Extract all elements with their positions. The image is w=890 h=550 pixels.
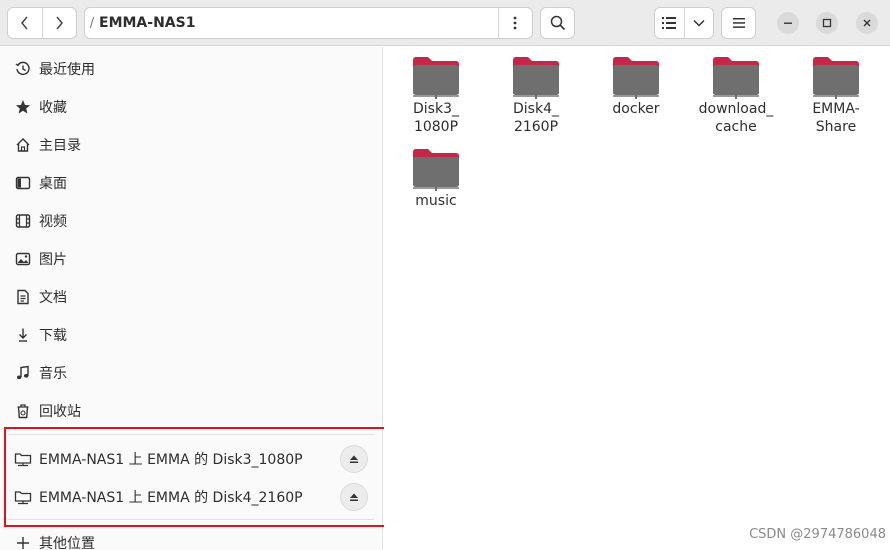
- sidebar-item-label: EMMA-NAS1 上 EMMA 的 Disk4_2160P: [39, 490, 303, 506]
- header-bar: / EMMA-NAS1: [0, 0, 890, 46]
- download-icon: [14, 326, 32, 344]
- search-button[interactable]: [540, 7, 575, 39]
- vertical-dots-icon: [513, 16, 517, 30]
- sidebar-item-documents[interactable]: 文档: [0, 279, 382, 315]
- maximize-icon: [822, 18, 832, 28]
- chevron-left-icon: [20, 16, 28, 30]
- search-icon: [550, 15, 565, 31]
- eject-button[interactable]: [340, 445, 368, 473]
- sidebar-separator: [8, 519, 374, 520]
- minimize-icon: [784, 22, 792, 24]
- eject-icon: [350, 493, 358, 501]
- network-drive-icon: [14, 450, 32, 468]
- folder-item[interactable]: EMMA- Share: [786, 56, 886, 136]
- sidebar-item-label: 主目录: [39, 138, 81, 154]
- folder-label-line1: music: [415, 193, 457, 209]
- folder-item[interactable]: music: [386, 148, 486, 210]
- sidebar-separator: [8, 434, 374, 435]
- eject-icon: [350, 455, 358, 463]
- path-bar: / EMMA-NAS1: [84, 7, 533, 39]
- path-current-segment[interactable]: EMMA-NAS1: [99, 8, 499, 38]
- sidebar-item-music[interactable]: 音乐: [0, 355, 382, 391]
- sidebar-item-label: 下载: [39, 328, 67, 344]
- forward-button[interactable]: [41, 8, 77, 38]
- list-view-icon: [662, 17, 677, 29]
- minimize-button[interactable]: [777, 12, 799, 34]
- file-grid: Disk3_ 1080P Disk4_ 2160P docker downloa…: [384, 47, 890, 550]
- folder-icon: [612, 56, 660, 100]
- sidebar-item-label: 图片: [39, 252, 67, 268]
- sidebar-item-label: 其他位置: [39, 536, 95, 550]
- trash-icon: [14, 402, 32, 420]
- folder-label-line1: EMMA-: [812, 101, 860, 117]
- close-button[interactable]: [856, 12, 878, 34]
- close-icon: [863, 19, 871, 27]
- network-drive-icon: [14, 488, 32, 506]
- sidebar-item-mount-disk3[interactable]: EMMA-NAS1 上 EMMA 的 Disk3_1080P: [0, 441, 382, 477]
- star-icon: [14, 98, 32, 116]
- folder-label-line1: docker: [612, 101, 660, 117]
- sidebar-item-mount-disk4[interactable]: EMMA-NAS1 上 EMMA 的 Disk4_2160P: [0, 479, 382, 515]
- navigation-buttons: [7, 7, 77, 39]
- folder-icon: [412, 148, 460, 192]
- folder-icon: [712, 56, 760, 100]
- sidebar-item-label: 视频: [39, 214, 67, 230]
- sidebar-item-label: 回收站: [39, 404, 81, 420]
- sidebar-item-label: 文档: [39, 290, 67, 306]
- image-icon: [14, 250, 32, 268]
- path-menu-button[interactable]: [498, 8, 532, 38]
- folder-label-line1: Disk4_: [513, 101, 559, 117]
- sidebar-item-label: 桌面: [39, 176, 67, 192]
- folder-item[interactable]: docker: [586, 56, 686, 118]
- sidebar-item-label: 收藏: [39, 100, 67, 116]
- path-current-label: EMMA-NAS1: [99, 15, 196, 31]
- folder-item[interactable]: download_ cache: [686, 56, 786, 136]
- view-options-button[interactable]: [683, 8, 714, 38]
- back-button[interactable]: [8, 8, 42, 38]
- sidebar-item-label: 音乐: [39, 366, 67, 382]
- folder-label-line2: Share: [815, 119, 857, 135]
- chevron-down-icon: [693, 19, 705, 27]
- plus-icon: [14, 534, 32, 550]
- sidebar-item-label: EMMA-NAS1 上 EMMA 的 Disk3_1080P: [39, 452, 303, 468]
- folder-label-line1: download_: [698, 101, 774, 117]
- folder-label-line2: 1080P: [413, 119, 459, 135]
- folder-item[interactable]: Disk4_ 2160P: [486, 56, 586, 136]
- hamburger-icon: [732, 18, 745, 28]
- list-view-button[interactable]: [655, 8, 684, 38]
- sidebar-item-home[interactable]: 主目录: [0, 127, 382, 163]
- folder-icon: [512, 56, 560, 100]
- sidebar-item-recent[interactable]: 最近使用: [0, 51, 382, 87]
- clock-icon: [14, 60, 32, 78]
- sidebar-item-starred[interactable]: 收藏: [0, 89, 382, 125]
- eject-button[interactable]: [340, 483, 368, 511]
- sidebar: 最近使用 收藏 主目录 桌面 视频 图片 文档 下载 音乐 回收站 EMMA-N…: [0, 47, 383, 550]
- sidebar-item-label: 最近使用: [39, 62, 95, 78]
- path-root[interactable]: /: [85, 8, 99, 38]
- sidebar-item-pictures[interactable]: 图片: [0, 241, 382, 277]
- sidebar-item-downloads[interactable]: 下载: [0, 317, 382, 353]
- folder-label-line2: 2160P: [513, 119, 559, 135]
- main-menu-button[interactable]: [721, 7, 756, 39]
- home-icon: [14, 136, 32, 154]
- sidebar-item-desktop[interactable]: 桌面: [0, 165, 382, 201]
- film-icon: [14, 212, 32, 230]
- folder-item[interactable]: Disk3_ 1080P: [386, 56, 486, 136]
- document-icon: [14, 288, 32, 306]
- maximize-button[interactable]: [816, 12, 838, 34]
- watermark: CSDN @2974786048: [749, 527, 886, 542]
- view-toggle-group: [654, 7, 714, 39]
- folder-icon: [812, 56, 860, 100]
- desktop-icon: [14, 174, 32, 192]
- music-icon: [14, 364, 32, 382]
- folder-label-line1: Disk3_: [413, 101, 459, 117]
- chevron-right-icon: [56, 16, 64, 30]
- sidebar-item-trash[interactable]: 回收站: [0, 393, 382, 429]
- sidebar-item-videos[interactable]: 视频: [0, 203, 382, 239]
- sidebar-item-other-locations[interactable]: 其他位置: [0, 525, 382, 550]
- folder-label-line2: cache: [715, 119, 757, 135]
- folder-icon: [412, 56, 460, 100]
